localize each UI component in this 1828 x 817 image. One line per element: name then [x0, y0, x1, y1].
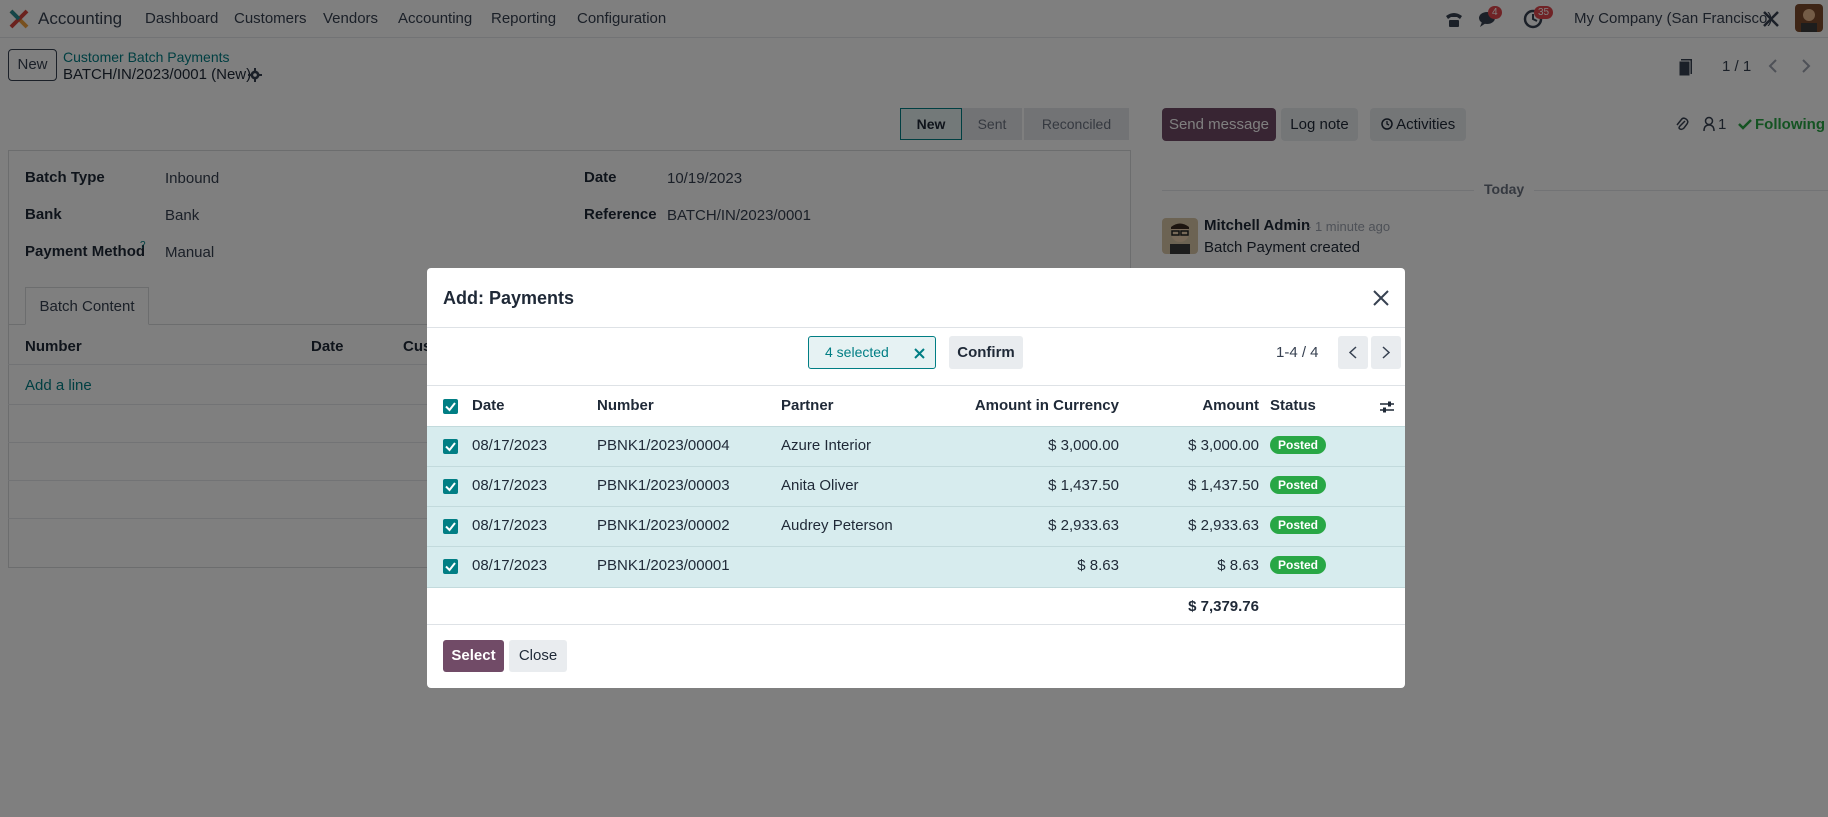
row-checkbox[interactable]: [443, 519, 458, 534]
cell-number: PBNK1/2023/00003: [597, 477, 730, 494]
row-checkbox[interactable]: [443, 439, 458, 454]
th-amount-in-currency[interactable]: Amount in Currency: [975, 397, 1119, 414]
cell-amount-currency: $ 1,437.50: [1048, 477, 1119, 494]
th-partner[interactable]: Partner: [781, 397, 834, 414]
modal-footer-divider: [427, 624, 1405, 625]
cell-partner: Anita Oliver: [781, 477, 859, 494]
confirm-button[interactable]: Confirm: [949, 336, 1023, 369]
row-checkbox[interactable]: [443, 559, 458, 574]
cell-date: 08/17/2023: [472, 477, 548, 494]
cell-amount-currency: $ 8.63: [1077, 557, 1119, 574]
pager-next-button[interactable]: [1371, 336, 1401, 369]
status-badge: Posted: [1270, 436, 1327, 454]
status-badge: Posted: [1270, 516, 1327, 534]
cell-date: 08/17/2023: [472, 517, 548, 534]
th-status[interactable]: Status: [1270, 397, 1316, 414]
cell-number: PBNK1/2023/00004: [597, 437, 730, 454]
status-badge: Posted: [1270, 476, 1327, 494]
pager-prev-button[interactable]: [1338, 336, 1368, 369]
selected-count: 4 selected: [825, 344, 889, 360]
close-icon[interactable]: [1371, 288, 1391, 308]
row-checkbox[interactable]: [443, 479, 458, 494]
chevron-left-icon: [1348, 346, 1357, 359]
select-all-checkbox[interactable]: [443, 399, 458, 414]
chevron-right-icon: [1382, 346, 1391, 359]
th-number[interactable]: Number: [597, 397, 654, 414]
add-payments-dialog: Add: Payments 4 selected Confirm 1-4 / 4…: [427, 268, 1405, 688]
column-settings-icon[interactable]: [1379, 399, 1395, 415]
cell-amount-currency: $ 2,933.63: [1048, 517, 1119, 534]
cell-partner: Azure Interior: [781, 437, 872, 454]
cell-amount: $ 1,437.50: [1188, 477, 1259, 494]
cell-number: PBNK1/2023/00001: [597, 557, 730, 574]
modal-title: Add: Payments: [443, 288, 575, 308]
table-top-divider: [427, 385, 1405, 386]
close-button[interactable]: Close: [509, 640, 567, 672]
cell-amount-currency: $ 3,000.00: [1048, 437, 1119, 454]
cell-amount: $ 2,933.63: [1188, 517, 1259, 534]
cell-date: 08/17/2023: [472, 437, 548, 454]
cell-number: PBNK1/2023/00002: [597, 517, 730, 534]
select-button[interactable]: Select: [443, 640, 504, 672]
cell-partner: Audrey Peterson: [781, 517, 893, 534]
selection-chip: 4 selected: [808, 336, 936, 369]
th-date[interactable]: Date: [472, 397, 505, 414]
modal-pager[interactable]: 1-4 / 4: [1276, 344, 1319, 361]
cell-amount: $ 3,000.00: [1188, 437, 1259, 454]
modal-header-divider: [427, 327, 1405, 328]
status-badge: Posted: [1270, 556, 1327, 574]
cell-amount: $ 8.63: [1217, 557, 1259, 574]
amount-total: $ 7,379.76: [1188, 598, 1259, 615]
unselect-close-icon[interactable]: [913, 347, 926, 360]
th-amount[interactable]: Amount: [1202, 397, 1259, 414]
cell-date: 08/17/2023: [472, 557, 548, 574]
